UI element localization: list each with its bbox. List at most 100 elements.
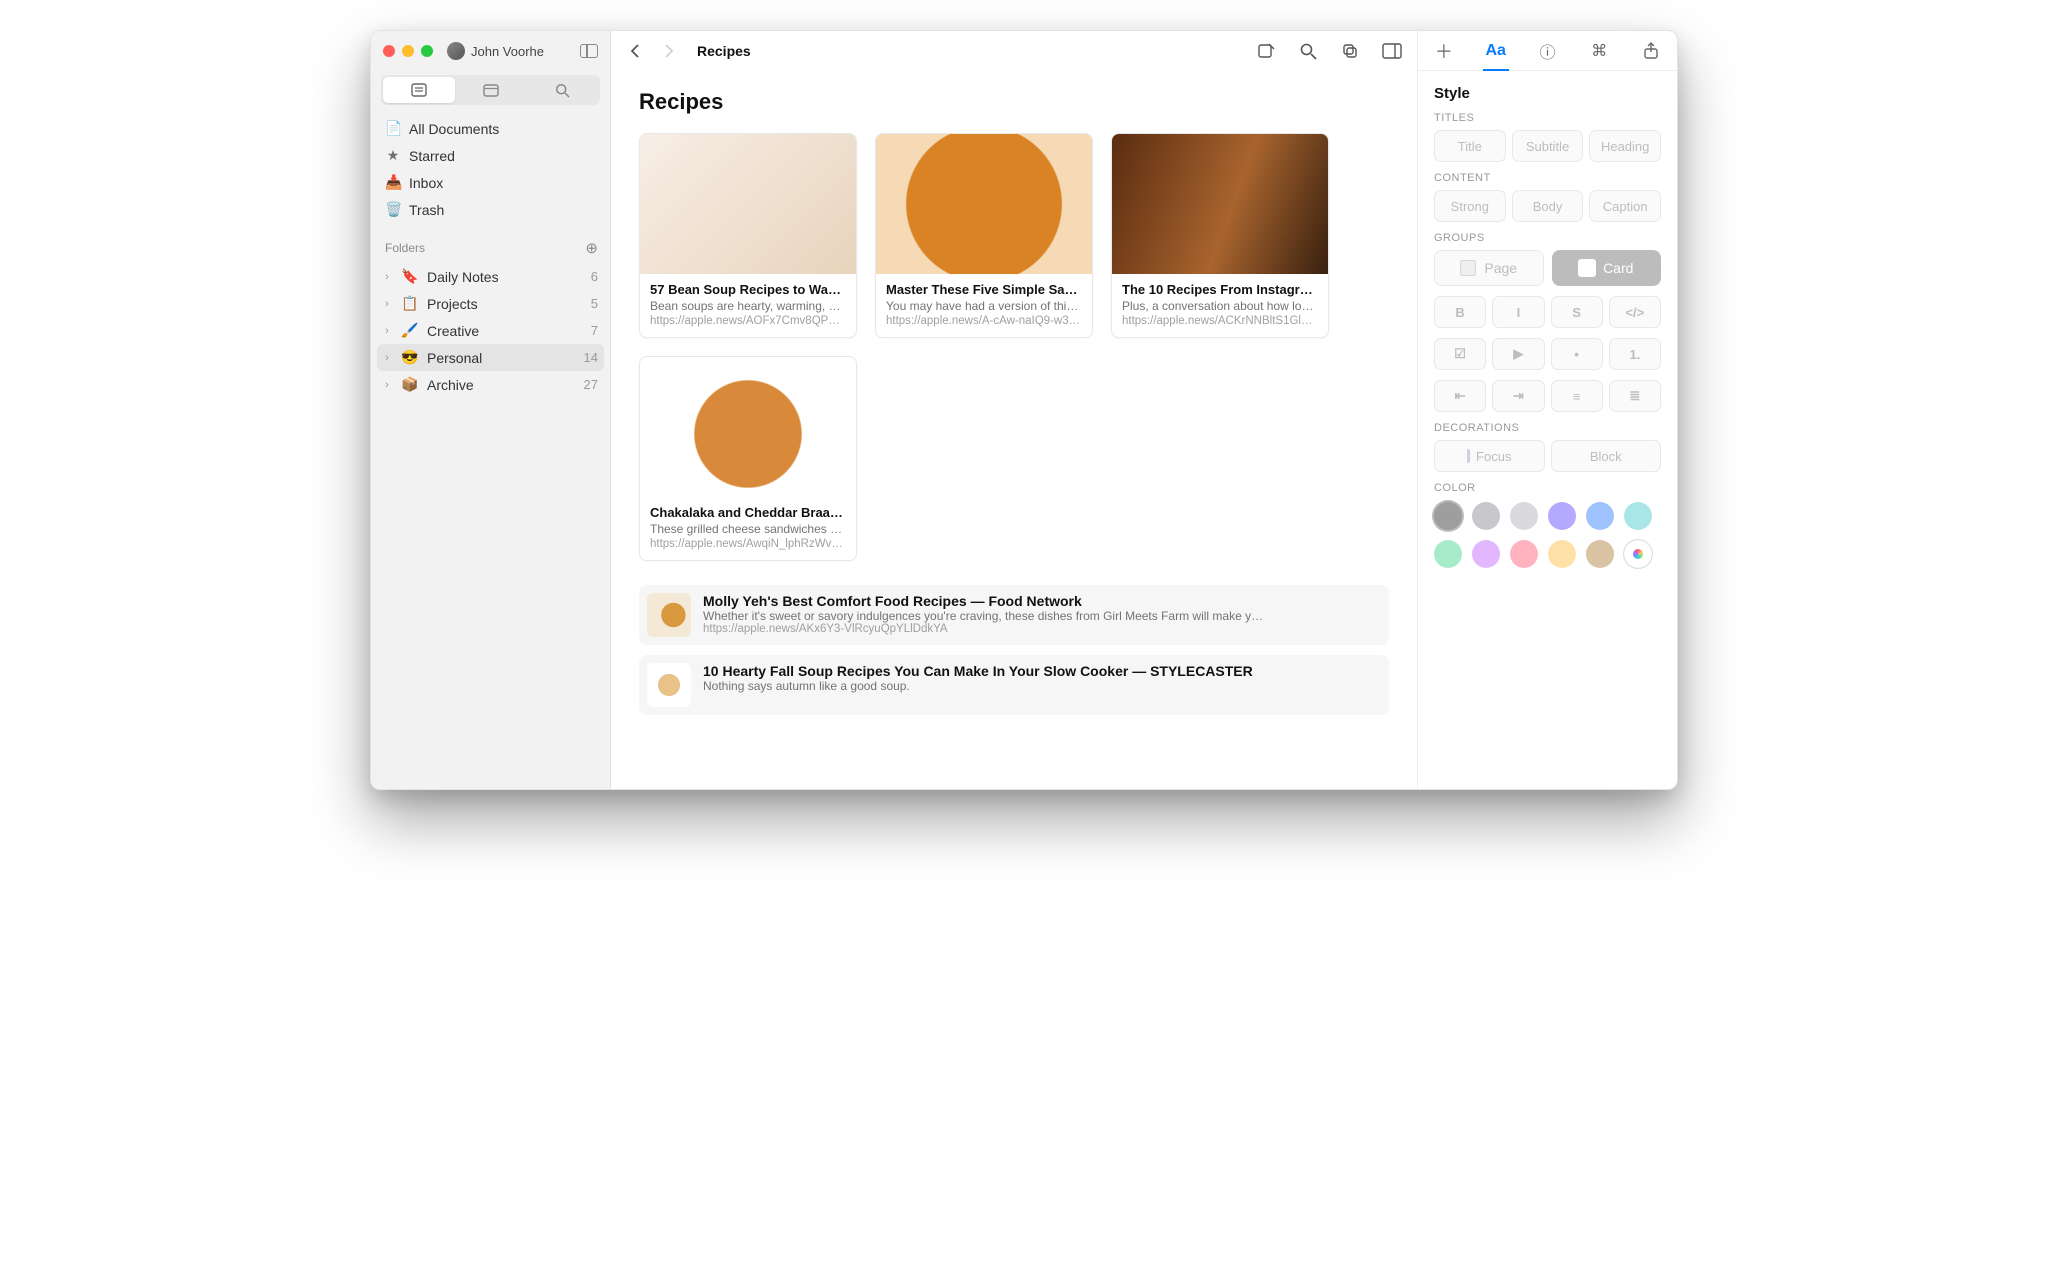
format-button[interactable]: ⇥ <box>1492 380 1544 412</box>
close-window-button[interactable] <box>383 45 395 57</box>
minimize-window-button[interactable] <box>402 45 414 57</box>
inspector-heading: Style <box>1434 85 1661 102</box>
color-swatch[interactable] <box>1548 540 1576 568</box>
nav-inbox[interactable]: 📥 Inbox <box>377 169 604 196</box>
inspector-tab-style[interactable]: Aa <box>1481 32 1511 70</box>
duplicate-button[interactable] <box>1339 40 1361 62</box>
tab-search-view[interactable] <box>526 77 598 103</box>
inspector-tabs: ＋ Aa ⓘ ⌘ <box>1418 31 1677 71</box>
folder-item-archive[interactable]: ›📦Archive27 <box>377 371 604 398</box>
nav-all-documents[interactable]: 📄 All Documents <box>377 115 604 142</box>
document-content: Recipes 57 Bean Soup Recipes to Warm…Bea… <box>611 71 1417 789</box>
color-swatch[interactable] <box>1434 502 1462 530</box>
card-description: Plus, a conversation about how long "… <box>1122 299 1318 313</box>
folder-emoji: 📋 <box>401 295 419 312</box>
color-swatch[interactable] <box>1510 540 1538 568</box>
color-swatch[interactable] <box>1472 502 1500 530</box>
color-swatch[interactable] <box>1434 540 1462 568</box>
compose-button[interactable] <box>1255 40 1277 62</box>
link-list: Molly Yeh's Best Comfort Food Recipes — … <box>639 585 1389 715</box>
main-column: Recipes Recipes 57 Bean Soup Recipes to … <box>611 31 1417 789</box>
inspector-tab-share[interactable] <box>1636 32 1666 70</box>
folder-item-projects[interactable]: ›📋Projects5 <box>377 290 604 317</box>
link-card[interactable]: 57 Bean Soup Recipes to Warm…Bean soups … <box>639 133 857 338</box>
format-button[interactable]: 1. <box>1609 338 1661 370</box>
nav-trash[interactable]: 🗑️ Trash <box>377 196 604 223</box>
document-list-icon <box>411 83 427 97</box>
format-button[interactable]: ⇤ <box>1434 380 1486 412</box>
format-button[interactable]: • <box>1551 338 1603 370</box>
folder-item-daily-notes[interactable]: ›🔖Daily Notes6 <box>377 263 604 290</box>
format-row-align: ⇤⇥≡≣ <box>1434 380 1661 412</box>
inspector-tab-add[interactable]: ＋ <box>1429 32 1459 70</box>
color-picker-button[interactable] <box>1624 540 1652 568</box>
format-button[interactable]: ≣ <box>1609 380 1661 412</box>
color-swatch[interactable] <box>1472 540 1500 568</box>
color-swatch[interactable] <box>1624 502 1652 530</box>
tab-calendar-view[interactable] <box>455 77 527 103</box>
group-page[interactable]: Page <box>1434 250 1544 286</box>
style-content-body[interactable]: Body <box>1512 190 1584 222</box>
style-content-caption[interactable]: Caption <box>1589 190 1661 222</box>
breadcrumb: Recipes <box>697 43 751 59</box>
format-button[interactable]: ≡ <box>1551 380 1603 412</box>
decoration-block[interactable]: Block <box>1551 440 1662 472</box>
color-swatch[interactable] <box>1586 540 1614 568</box>
username: John Voorhe <box>471 44 544 59</box>
card-url: https://apple.news/A-cAw-naIQ9-w3Jzbf… <box>886 315 1082 327</box>
chevron-right-icon: › <box>381 271 393 283</box>
folder-label: Daily Notes <box>427 269 583 285</box>
search-button[interactable] <box>1297 40 1319 62</box>
copy-icon <box>1341 42 1359 60</box>
link-list-item[interactable]: 10 Hearty Fall Soup Recipes You Can Make… <box>639 655 1389 715</box>
color-swatch[interactable] <box>1548 502 1576 530</box>
sidebar: John Voorhe 📄 All Documents ★ Starred <box>371 31 611 789</box>
card-url: https://apple.news/AwqiN_lphRzWvV0zqx… <box>650 538 846 550</box>
toolbar-right <box>1255 40 1403 62</box>
link-card[interactable]: Chakalaka and Cheddar Braaibr…These gril… <box>639 356 857 561</box>
group-card[interactable]: Card <box>1552 250 1662 286</box>
style-title-subtitle[interactable]: Subtitle <box>1512 130 1584 162</box>
account-menu[interactable]: John Voorhe <box>447 42 566 60</box>
folder-item-personal[interactable]: ›😎Personal14 <box>377 344 604 371</box>
color-swatch[interactable] <box>1510 502 1538 530</box>
folder-item-creative[interactable]: ›🖌️Creative7 <box>377 317 604 344</box>
back-button[interactable] <box>625 40 647 62</box>
inspector-tab-info[interactable]: ⓘ <box>1532 32 1562 70</box>
tab-documents-view[interactable] <box>383 77 455 103</box>
folder-count: 5 <box>591 296 598 311</box>
inspector: ＋ Aa ⓘ ⌘ Style TITLES TitleSubtitleHeadi… <box>1417 31 1677 789</box>
format-button[interactable]: </> <box>1609 296 1661 328</box>
calendar-icon <box>483 83 499 97</box>
format-button[interactable]: I <box>1492 296 1544 328</box>
toggle-inspector-button[interactable] <box>1381 40 1403 62</box>
style-title-heading[interactable]: Heading <box>1589 130 1661 162</box>
sidebar-toggle-icon[interactable] <box>580 44 598 58</box>
forward-button[interactable] <box>657 40 679 62</box>
groups-row: PageCard <box>1434 250 1661 286</box>
link-list-item[interactable]: Molly Yeh's Best Comfort Food Recipes — … <box>639 585 1389 645</box>
folder-label: Archive <box>427 377 576 393</box>
inspector-tab-shortcuts[interactable]: ⌘ <box>1584 32 1614 70</box>
color-swatch[interactable] <box>1586 502 1614 530</box>
nav-starred[interactable]: ★ Starred <box>377 142 604 169</box>
format-button[interactable]: ▶ <box>1492 338 1544 370</box>
folder-emoji: 🖌️ <box>401 322 419 339</box>
format-button[interactable]: B <box>1434 296 1486 328</box>
format-button[interactable]: ☑︎ <box>1434 338 1486 370</box>
style-title-title[interactable]: Title <box>1434 130 1506 162</box>
format-button[interactable]: S <box>1551 296 1603 328</box>
link-card[interactable]: Master These Five Simple Sauc…You may ha… <box>875 133 1093 338</box>
decoration-focus[interactable]: Focus <box>1434 440 1545 472</box>
list-thumbnail <box>647 663 691 707</box>
add-folder-button[interactable]: ⊕ <box>585 239 598 257</box>
folder-emoji: 😎 <box>401 349 419 366</box>
style-content-strong[interactable]: Strong <box>1434 190 1506 222</box>
link-card[interactable]: The 10 Recipes From Instagram…Plus, a co… <box>1111 133 1329 338</box>
folders-list: ›🔖Daily Notes6›📋Projects5›🖌️Creative7›😎P… <box>371 261 610 400</box>
command-icon: ⌘ <box>1591 41 1607 61</box>
card-title: 57 Bean Soup Recipes to Warm… <box>650 282 846 297</box>
tray-icon: 📥 <box>385 174 401 191</box>
sidebar-view-tabs <box>381 75 600 105</box>
zoom-window-button[interactable] <box>421 45 433 57</box>
